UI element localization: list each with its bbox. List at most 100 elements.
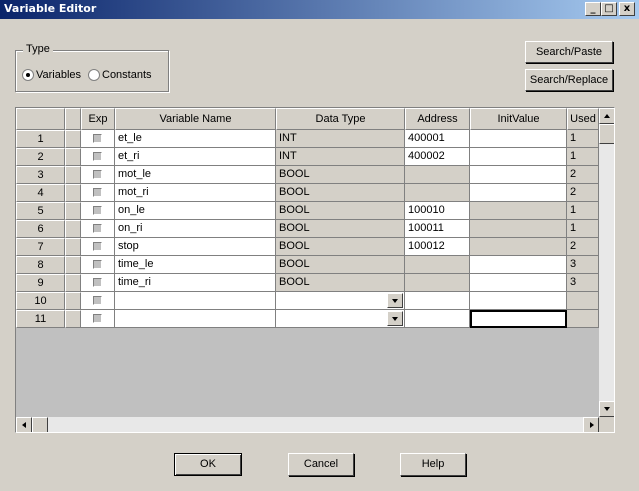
- row-selector[interactable]: [65, 292, 81, 310]
- variable-name-cell[interactable]: [115, 310, 276, 328]
- export-checkbox-cell[interactable]: [81, 184, 115, 202]
- radio-constants[interactable]: [88, 69, 100, 81]
- vertical-scrollbar[interactable]: [599, 108, 614, 417]
- variable-name-cell[interactable]: on_ri: [115, 220, 276, 238]
- data-type-cell[interactable]: [276, 310, 405, 328]
- variable-name-cell[interactable]: time_le: [115, 256, 276, 274]
- scroll-up-button[interactable]: [599, 108, 614, 124]
- init-value-cell[interactable]: [470, 202, 567, 220]
- row-selector[interactable]: [65, 184, 81, 202]
- address-cell[interactable]: 400002: [405, 148, 470, 166]
- export-checkbox[interactable]: [93, 242, 102, 251]
- scroll-down-button[interactable]: [599, 401, 614, 417]
- data-type-cell[interactable]: BOOL: [276, 202, 405, 220]
- export-checkbox[interactable]: [93, 278, 102, 287]
- variable-name-cell[interactable]: et_le: [115, 130, 276, 148]
- address-cell[interactable]: [405, 310, 470, 328]
- export-checkbox-cell[interactable]: [81, 238, 115, 256]
- data-type-cell[interactable]: BOOL: [276, 238, 405, 256]
- data-type-dropdown-button[interactable]: [387, 311, 403, 326]
- export-checkbox[interactable]: [93, 152, 102, 161]
- variable-name-cell[interactable]: mot_le: [115, 166, 276, 184]
- title-bar[interactable]: Variable Editor _ □ x: [0, 0, 639, 19]
- scroll-right-button[interactable]: [583, 417, 599, 432]
- scroll-left-button[interactable]: [16, 417, 32, 432]
- init-value-cell[interactable]: [470, 238, 567, 256]
- column-header-exp[interactable]: Exp: [81, 108, 115, 130]
- export-checkbox[interactable]: [93, 206, 102, 215]
- cancel-button[interactable]: Cancel: [288, 453, 354, 476]
- variable-name-cell[interactable]: on_le: [115, 202, 276, 220]
- variable-grid[interactable]: Exp Variable Name Data Type Address InitValu…: [15, 107, 615, 433]
- data-type-cell[interactable]: BOOL: [276, 256, 405, 274]
- address-cell[interactable]: [405, 184, 470, 202]
- export-checkbox[interactable]: [93, 188, 102, 197]
- data-type-cell[interactable]: BOOL: [276, 220, 405, 238]
- radio-variables-label[interactable]: Variables: [36, 69, 81, 81]
- column-header-init[interactable]: InitValue: [470, 108, 567, 130]
- data-type-cell[interactable]: INT: [276, 148, 405, 166]
- search-paste-button[interactable]: Search/Paste: [525, 41, 613, 63]
- address-cell[interactable]: 100011: [405, 220, 470, 238]
- export-checkbox-cell[interactable]: [81, 202, 115, 220]
- export-checkbox-cell[interactable]: [81, 292, 115, 310]
- vertical-scroll-thumb[interactable]: [599, 124, 614, 144]
- address-cell[interactable]: [405, 256, 470, 274]
- row-selector[interactable]: [65, 166, 81, 184]
- data-type-cell[interactable]: BOOL: [276, 274, 405, 292]
- row-selector[interactable]: [65, 274, 81, 292]
- export-checkbox[interactable]: [93, 224, 102, 233]
- export-checkbox[interactable]: [93, 134, 102, 143]
- row-selector[interactable]: [65, 238, 81, 256]
- column-header-sel[interactable]: [65, 108, 81, 130]
- variable-name-cell[interactable]: time_ri: [115, 274, 276, 292]
- init-value-cell[interactable]: [470, 274, 567, 292]
- address-cell[interactable]: [405, 274, 470, 292]
- export-checkbox[interactable]: [93, 260, 102, 269]
- column-header-name[interactable]: Variable Name: [115, 108, 276, 130]
- export-checkbox-cell[interactable]: [81, 310, 115, 328]
- radio-constants-label[interactable]: Constants: [102, 69, 152, 81]
- export-checkbox-cell[interactable]: [81, 220, 115, 238]
- variable-name-cell[interactable]: et_ri: [115, 148, 276, 166]
- row-selector[interactable]: [65, 220, 81, 238]
- init-value-cell[interactable]: [470, 310, 567, 328]
- data-type-cell[interactable]: BOOL: [276, 166, 405, 184]
- row-selector[interactable]: [65, 130, 81, 148]
- column-header-num[interactable]: [16, 108, 65, 130]
- export-checkbox-cell[interactable]: [81, 148, 115, 166]
- export-checkbox[interactable]: [93, 296, 102, 305]
- close-button[interactable]: x: [619, 2, 635, 16]
- minimize-button[interactable]: _: [585, 2, 601, 16]
- ok-button[interactable]: OK: [174, 453, 242, 476]
- address-cell[interactable]: [405, 166, 470, 184]
- data-type-dropdown-button[interactable]: [387, 293, 403, 308]
- search-replace-button[interactable]: Search/Replace: [525, 69, 613, 91]
- export-checkbox-cell[interactable]: [81, 256, 115, 274]
- horizontal-scrollbar[interactable]: [16, 417, 599, 432]
- horizontal-scroll-thumb[interactable]: [32, 417, 48, 432]
- export-checkbox[interactable]: [93, 170, 102, 179]
- data-type-cell[interactable]: BOOL: [276, 184, 405, 202]
- variable-name-cell[interactable]: [115, 292, 276, 310]
- row-selector[interactable]: [65, 148, 81, 166]
- row-selector[interactable]: [65, 256, 81, 274]
- column-header-used[interactable]: Used: [567, 108, 599, 130]
- init-value-cell[interactable]: [470, 256, 567, 274]
- row-selector[interactable]: [65, 310, 81, 328]
- init-value-cell[interactable]: [470, 130, 567, 148]
- init-value-cell[interactable]: [470, 220, 567, 238]
- column-header-type[interactable]: Data Type: [276, 108, 405, 130]
- address-cell[interactable]: 400001: [405, 130, 470, 148]
- address-cell[interactable]: 100010: [405, 202, 470, 220]
- data-type-cell[interactable]: [276, 292, 405, 310]
- maximize-button[interactable]: □: [601, 2, 617, 16]
- column-header-address[interactable]: Address: [405, 108, 470, 130]
- help-button[interactable]: Help: [400, 453, 466, 476]
- init-value-cell[interactable]: [470, 148, 567, 166]
- data-type-cell[interactable]: INT: [276, 130, 405, 148]
- init-value-cell[interactable]: [470, 292, 567, 310]
- radio-variables[interactable]: [22, 69, 34, 81]
- row-selector[interactable]: [65, 202, 81, 220]
- variable-name-cell[interactable]: mot_ri: [115, 184, 276, 202]
